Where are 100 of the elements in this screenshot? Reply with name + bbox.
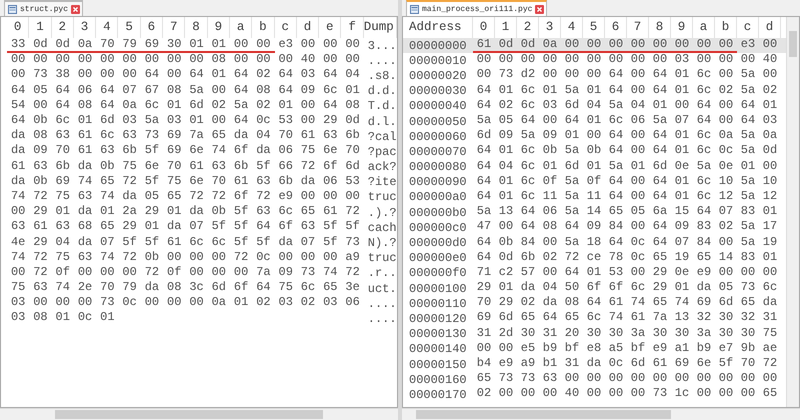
address-cell-text: 00000070 xyxy=(409,144,468,159)
hex-byte: 29 xyxy=(121,220,138,236)
hex-byte: 5f xyxy=(232,220,250,236)
file-tab[interactable]: main_process_ori111.pyc xyxy=(406,0,548,16)
hex-byte: 5a xyxy=(188,84,205,99)
hex-byte: 01 xyxy=(166,205,182,220)
hex-byte: 64 xyxy=(564,114,580,130)
hex-byte: 6c xyxy=(520,84,536,99)
hex-byte: 61 xyxy=(608,296,624,312)
hex-byte: 01 xyxy=(185,38,208,54)
hex-byte: 64 xyxy=(520,114,536,130)
address-cell-text: 000000f0 xyxy=(409,266,468,280)
address-cell-text: 00000080 xyxy=(409,160,468,174)
hex-byte: 0c xyxy=(255,250,272,266)
hex-byte: 01 xyxy=(762,250,778,266)
hex-byte: 00 xyxy=(630,53,646,68)
hex-byte: 00 xyxy=(252,38,275,54)
hex-byte: 00 xyxy=(762,68,778,84)
file-tab[interactable]: struct.pyc xyxy=(4,0,84,16)
close-icon[interactable] xyxy=(535,4,544,14)
hex-byte: 30 xyxy=(163,38,186,54)
hex-byte: 5f xyxy=(322,236,338,251)
hex-byte: 00 xyxy=(76,68,94,84)
hex-byte: 03 xyxy=(121,114,138,130)
hex-byte: e9 xyxy=(652,342,668,357)
address-cell-text: 00000000 xyxy=(409,38,468,53)
address-cell-text: 000000b0 xyxy=(409,206,468,220)
hex-byte: 00 xyxy=(608,372,624,388)
hex-byte: da xyxy=(188,205,205,220)
hex-byte: 00 xyxy=(76,296,94,312)
hex-byte: 61 xyxy=(630,311,646,326)
hex-byte: 75 xyxy=(762,326,778,342)
hex-byte: 0e xyxy=(674,266,690,281)
hex-byte: 65 xyxy=(322,281,338,296)
hex-byte: 61 xyxy=(232,174,250,190)
hex-byte: 64 xyxy=(99,98,116,114)
hex-byte: 0c xyxy=(608,357,624,372)
hex-byte: 0a xyxy=(210,296,228,312)
hex-byte: 6a xyxy=(652,205,668,220)
hex-byte: 01 xyxy=(740,160,756,175)
hex-byte: 61 xyxy=(322,205,338,220)
hex-byte: 65 xyxy=(652,250,668,266)
hex-byte: 00 xyxy=(608,387,624,402)
hex-byte: 07 xyxy=(718,205,734,220)
close-icon[interactable] xyxy=(71,4,80,14)
vertical-scrollbar[interactable] xyxy=(786,17,799,407)
hex-byte: 5a xyxy=(652,114,668,130)
hex-byte: 00 xyxy=(322,190,338,205)
hex-byte: 63 xyxy=(32,160,49,175)
hex-byte: 06 xyxy=(322,174,338,190)
hex-byte: 70 xyxy=(476,296,492,312)
hex-byte: 00 xyxy=(54,296,71,312)
hex-byte: 64 xyxy=(652,144,668,160)
hex-byte: 01 xyxy=(674,68,690,84)
hex-byte: 00 xyxy=(344,38,361,54)
hex-byte: 6c xyxy=(696,190,712,205)
hex-byte: 64 xyxy=(520,220,536,236)
hex-byte: 64 xyxy=(10,114,26,129)
hex-byte: 10 xyxy=(762,174,778,190)
hex-byte: 00 xyxy=(718,98,734,114)
hex-byte: 5a xyxy=(564,174,580,190)
hex-byte: da xyxy=(255,144,272,160)
hex-byte: 5f xyxy=(210,220,228,236)
hex-byte: 00 xyxy=(696,387,712,402)
hex-byte: 64 xyxy=(608,174,624,190)
hex-byte: 00 xyxy=(608,53,624,68)
hex-byte: 00 xyxy=(674,372,690,388)
hex-byte: 65 xyxy=(476,372,492,388)
horizontal-scrollbar[interactable] xyxy=(0,408,398,420)
hex-byte: 05 xyxy=(718,281,734,296)
hex-byte: e9 xyxy=(696,266,712,281)
hex-byte: 70 xyxy=(740,357,756,372)
hex-byte: bf xyxy=(564,342,580,357)
hex-byte: 30 xyxy=(520,326,536,342)
address-cell-text: 00000120 xyxy=(409,312,468,326)
hex-byte: 03 xyxy=(762,114,778,130)
hex-byte: 03 xyxy=(674,53,690,68)
hex-byte: 3e xyxy=(344,281,361,296)
hex-byte: 6f xyxy=(232,190,250,205)
hex-byte: 03 xyxy=(322,296,338,312)
hex-byte: 6e xyxy=(696,357,712,372)
hex-byte: 6b xyxy=(520,250,536,266)
horizontal-scrollbar[interactable] xyxy=(402,408,800,420)
hex-byte: 01 xyxy=(99,311,116,326)
hex-byte: 5a xyxy=(740,84,756,99)
hex-byte: 00 xyxy=(740,266,756,281)
hex-byte: 2a xyxy=(121,205,138,220)
hex-byte: 73 xyxy=(498,372,514,388)
hex-byte: 30 xyxy=(652,326,668,342)
hex-byte: 00 xyxy=(32,53,49,68)
hex-byte: 65 xyxy=(99,174,116,190)
hex-byte: 00 xyxy=(762,160,778,175)
hex-byte: 63 xyxy=(76,250,94,266)
hex-byte: da xyxy=(696,281,712,296)
hex-byte: 74 xyxy=(630,296,646,312)
hex-byte: 00 xyxy=(232,53,250,68)
hex-byte: 00 xyxy=(605,38,627,54)
hex-byte: 6e xyxy=(322,144,338,160)
hex-byte: 6c xyxy=(99,129,116,144)
hex-byte: 64 xyxy=(476,144,492,160)
